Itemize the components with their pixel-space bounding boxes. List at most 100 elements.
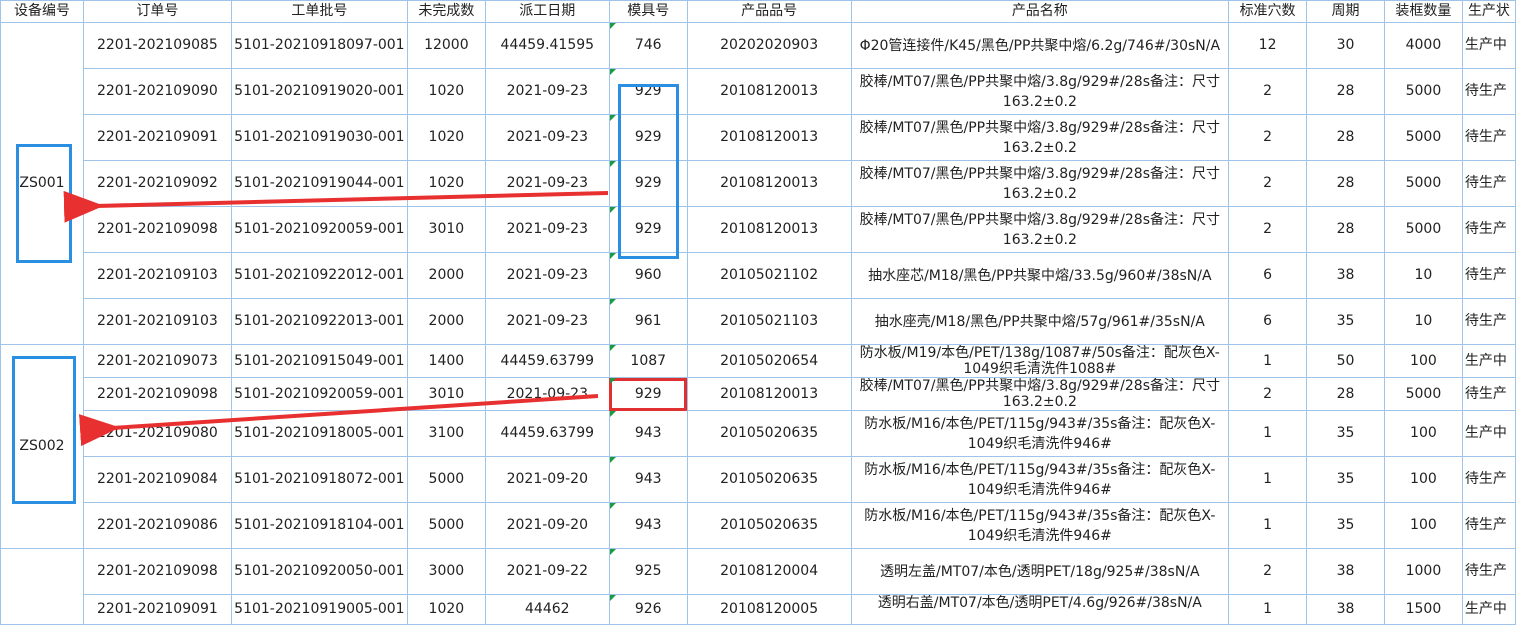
product-no-cell[interactable]: 20108120013	[686, 114, 852, 161]
mold-cell[interactable]: 961	[608, 298, 688, 345]
mold-cell[interactable]: 943	[608, 456, 688, 503]
status-cell[interactable]: 待生产	[1461, 377, 1516, 411]
product-name-cell[interactable]: 胶棒/MT07/黑色/PP共聚中熔/3.8g/929#/28s备注：尺寸163.…	[850, 160, 1230, 207]
date-cell[interactable]: 2021-09-20	[484, 456, 610, 503]
frame-qty-cell[interactable]: 100	[1383, 410, 1463, 457]
frame-qty-cell[interactable]: 5000	[1383, 160, 1463, 207]
col-header-cycle[interactable]: 周期	[1306, 0, 1385, 23]
order-cell[interactable]: 2201-202109098	[82, 377, 232, 411]
product-name-cell[interactable]: 抽水座芯/M18/黑色/PP共聚中熔/33.5g/960#/38sN/A	[850, 252, 1230, 299]
frame-qty-cell[interactable]: 1500	[1383, 594, 1463, 625]
product-no-cell[interactable]: 20108120004	[686, 548, 852, 595]
remaining-cell[interactable]: 5000	[406, 502, 486, 549]
product-name-cell[interactable]: 防水板/M16/本色/PET/115g/943#/35s备注：配灰色X-1049…	[850, 502, 1230, 549]
cavities-cell[interactable]: 1	[1228, 594, 1308, 625]
status-cell[interactable]: 待生产	[1461, 68, 1516, 115]
cycle-cell[interactable]: 28	[1306, 68, 1385, 115]
cavities-cell[interactable]: 1	[1228, 456, 1308, 503]
mold-cell[interactable]: 929	[608, 68, 688, 115]
frame-qty-cell[interactable]: 5000	[1383, 206, 1463, 253]
cycle-cell[interactable]: 35	[1306, 456, 1385, 503]
remaining-cell[interactable]: 1020	[406, 68, 486, 115]
date-cell[interactable]: 2021-09-23	[484, 252, 610, 299]
status-cell[interactable]: 待生产	[1461, 206, 1516, 253]
cavities-cell[interactable]: 2	[1228, 548, 1308, 595]
frame-qty-cell[interactable]: 5000	[1383, 114, 1463, 161]
product-no-cell[interactable]: 20105021103	[686, 298, 852, 345]
product-name-cell[interactable]: Φ20管连接件/K45/黑色/PP共聚中熔/6.2g/746#/30sN/A	[850, 22, 1230, 69]
remaining-cell[interactable]: 3100	[406, 410, 486, 457]
mold-cell[interactable]: 746	[608, 22, 688, 69]
table-row[interactable]: ZS002 2201-202109073 5101-20210915049-001 1…	[0, 344, 1516, 549]
product-no-cell[interactable]: 20105021102	[686, 252, 852, 299]
order-cell[interactable]: 2201-202109085	[82, 22, 232, 69]
order-cell[interactable]: 2201-202109091	[82, 594, 232, 625]
col-header-product-name[interactable]: 产品名称	[850, 0, 1230, 23]
status-cell[interactable]: 生产中	[1461, 344, 1516, 378]
status-cell[interactable]: 待生产	[1461, 114, 1516, 161]
batch-cell[interactable]: 5101-20210919030-001	[230, 114, 408, 161]
col-header-remaining[interactable]: 未完成数	[406, 0, 486, 23]
status-cell[interactable]: 待生产	[1461, 502, 1516, 549]
remaining-cell[interactable]: 3010	[406, 206, 486, 253]
col-header-product-no[interactable]: 产品品号	[686, 0, 852, 23]
date-cell[interactable]: 2021-09-23	[484, 114, 610, 161]
remaining-cell[interactable]: 1020	[406, 594, 486, 625]
status-cell[interactable]: 待生产	[1461, 548, 1516, 595]
frame-qty-cell[interactable]: 5000	[1383, 68, 1463, 115]
remaining-cell[interactable]: 1020	[406, 114, 486, 161]
remaining-cell[interactable]: 12000	[406, 22, 486, 69]
batch-cell[interactable]: 5101-20210920059-001	[230, 377, 408, 411]
date-cell[interactable]: 2021-09-20	[484, 502, 610, 549]
product-name-cell[interactable]: 透明右盖/MT07/本色/透明PET/4.6g/926#/38sN/A	[850, 594, 1230, 625]
cycle-cell[interactable]: 30	[1306, 22, 1385, 69]
batch-cell[interactable]: 5101-20210918005-001	[230, 410, 408, 457]
table-row[interactable]: 2201-202109086 5101-20210918104-001 5000 20…	[1, 502, 1516, 549]
order-cell[interactable]: 2201-202109098	[82, 548, 232, 595]
col-header-device[interactable]: 设备编号	[0, 0, 84, 23]
status-cell[interactable]: 生产中	[1461, 594, 1516, 625]
mold-cell[interactable]: 943	[608, 502, 688, 549]
table-row[interactable]: 2201-202109080 5101-20210918005-001 3100 44…	[1, 410, 1516, 457]
order-cell[interactable]: 2201-202109073	[82, 344, 232, 378]
product-no-cell[interactable]: 20108120013	[686, 377, 852, 411]
cycle-cell[interactable]: 35	[1306, 298, 1385, 345]
status-cell[interactable]: 待生产	[1461, 252, 1516, 299]
device-cell[interactable]	[0, 548, 84, 625]
product-name-cell[interactable]: 防水板/M16/本色/PET/115g/943#/35s备注：配灰色X-1049…	[850, 456, 1230, 503]
cavities-cell[interactable]: 2	[1228, 377, 1308, 411]
product-no-cell[interactable]: 20105020635	[686, 410, 852, 457]
mold-cell[interactable]: 1087	[608, 344, 688, 378]
order-cell[interactable]: 2201-202109091	[82, 114, 232, 161]
batch-cell[interactable]: 5101-20210918097-001	[230, 22, 408, 69]
status-cell[interactable]: 生产中	[1461, 22, 1516, 69]
table-row[interactable]: 2201-202109091 5101-20210919030-001 1020 20…	[1, 114, 1516, 161]
date-cell[interactable]: 2021-09-23	[484, 206, 610, 253]
product-name-cell[interactable]: 胶棒/MT07/黑色/PP共聚中熔/3.8g/929#/28s备注：尺寸163.…	[850, 114, 1230, 161]
remaining-cell[interactable]: 1400	[406, 344, 486, 378]
product-no-cell[interactable]: 20105020635	[686, 502, 852, 549]
table-row[interactable]: 2201-202109098 5101-20210920050-001 3000 20…	[0, 548, 1516, 625]
product-name-cell[interactable]: 防水板/M19/本色/PET/138g/1087#/50s备注：配灰色X-104…	[850, 344, 1230, 378]
product-no-cell[interactable]: 20108120013	[686, 68, 852, 115]
product-no-cell[interactable]: 20108120013	[686, 206, 852, 253]
cycle-cell[interactable]: 50	[1306, 344, 1385, 378]
table-row[interactable]: 2201-202109091 5101-20210919005-001 1020 44…	[1, 594, 1516, 625]
cycle-cell[interactable]: 28	[1306, 114, 1385, 161]
remaining-cell[interactable]: 2000	[406, 298, 486, 345]
batch-cell[interactable]: 5101-20210922013-001	[230, 298, 408, 345]
date-cell[interactable]: 44459.63799	[484, 344, 610, 378]
frame-qty-cell[interactable]: 4000	[1383, 22, 1463, 69]
cavities-cell[interactable]: 6	[1228, 298, 1308, 345]
date-cell[interactable]: 44462	[484, 594, 610, 625]
table-row[interactable]: 2201-202109092 5101-20210919044-001 1020 20…	[1, 160, 1516, 207]
table-row[interactable]: 2201-202109098 5101-20210920059-001 3010 20…	[1, 377, 1516, 411]
table-row[interactable]: 2201-202109084 5101-20210918072-001 5000 20…	[1, 456, 1516, 503]
cavities-cell[interactable]: 1	[1228, 344, 1308, 378]
cycle-cell[interactable]: 38	[1306, 594, 1385, 625]
date-cell[interactable]: 44459.63799	[484, 410, 610, 457]
table-row[interactable]: 2201-202109103 5101-20210922012-001 2000 20…	[1, 252, 1516, 299]
table-row[interactable]: 2201-202109090 5101-20210919020-001 1020 20…	[1, 68, 1516, 115]
col-header-mold[interactable]: 模具号	[608, 0, 688, 23]
col-header-batch[interactable]: 工单批号	[230, 0, 408, 23]
